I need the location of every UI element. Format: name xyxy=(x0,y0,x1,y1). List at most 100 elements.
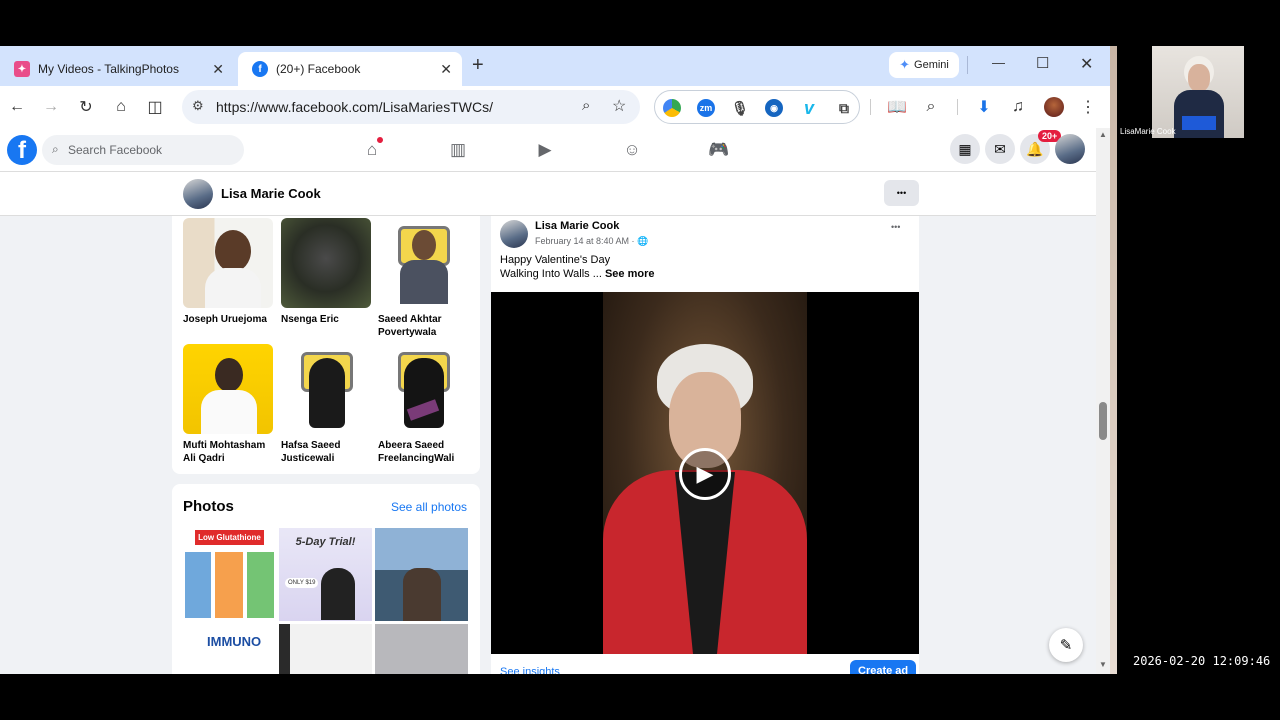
post-timestamp[interactable]: February 14 at 8:40 AM · 🌐 xyxy=(535,236,648,247)
talkingphotos-favicon-icon: ✦ xyxy=(14,61,30,77)
reload-icon[interactable]: ↻ xyxy=(74,95,98,119)
photos-card: Photos See all photos Low Glutathione 5-… xyxy=(172,484,480,674)
friend-photo[interactable] xyxy=(378,218,468,308)
friend-item[interactable]: Abeera Saeed FreelancingWali xyxy=(378,344,470,465)
webcam-face xyxy=(1188,64,1210,92)
dashboard-nav-icon[interactable]: ▥ xyxy=(446,138,470,162)
profile-more-button[interactable]: ••• xyxy=(884,180,919,206)
friend-item[interactable]: Joseph Uruejoma xyxy=(183,218,275,326)
profile-avatar[interactable] xyxy=(183,179,213,209)
friend-photo[interactable] xyxy=(378,344,468,434)
gemini-button[interactable]: ✦ Gemini xyxy=(889,52,959,78)
create-ad-button[interactable]: Create ad xyxy=(850,660,917,674)
globe-icon: 🌐 xyxy=(637,236,649,246)
forward-icon[interactable]: → xyxy=(39,95,63,119)
friend-name[interactable]: Joseph Uruejoma xyxy=(183,313,275,326)
see-insights-link[interactable]: See insights xyxy=(500,666,560,674)
friend-name[interactable]: Mufti Mohtasham Ali Qadri xyxy=(183,439,275,465)
friend-photo[interactable] xyxy=(281,344,371,434)
photo-thumb-figure xyxy=(403,568,441,621)
friend-item[interactable]: Saeed Akhtar Povertywala xyxy=(378,218,470,339)
friend-name[interactable]: Saeed Akhtar Povertywala xyxy=(378,313,470,339)
photo-thumb[interactable]: IMMUNO xyxy=(183,624,276,674)
page-scrollbar[interactable]: ▲ ▼ xyxy=(1096,128,1110,674)
post-card: Lisa Marie Cook February 14 at 8:40 AM ·… xyxy=(491,216,919,674)
close-window-button[interactable]: ✕ xyxy=(1080,54,1093,74)
post-author-avatar[interactable] xyxy=(500,220,528,248)
friend-photo-body xyxy=(205,268,261,308)
friend-item[interactable]: Nsenga Eric xyxy=(281,218,373,326)
microphone-icon[interactable]: 🎙 xyxy=(731,99,749,117)
home-icon[interactable]: ⌂ xyxy=(109,95,133,119)
account-avatar[interactable] xyxy=(1055,134,1085,164)
tab-talkingphotos[interactable]: ✦ My Videos - TalkingPhotos ✕ xyxy=(0,52,234,86)
see-more-link[interactable]: See more xyxy=(605,268,655,280)
friend-photo[interactable] xyxy=(183,344,273,434)
friend-item[interactable]: Mufti Mohtasham Ali Qadri xyxy=(183,344,275,465)
profile-name[interactable]: Lisa Marie Cook xyxy=(221,186,321,201)
friend-photo[interactable] xyxy=(183,218,273,308)
close-tab-icon[interactable]: ✕ xyxy=(440,61,452,78)
extensions-group: zm 🎙 ◉ v ⧉ xyxy=(654,90,860,124)
post-video[interactable]: ▶ xyxy=(491,292,919,654)
facebook-logo-icon[interactable]: f xyxy=(7,135,37,165)
facebook-favicon-icon: f xyxy=(252,61,268,77)
browser-window: ✦ My Videos - TalkingPhotos ✕ f (20+) Fa… xyxy=(0,46,1110,674)
new-tab-button[interactable]: + xyxy=(472,54,484,77)
minimize-button[interactable]: — xyxy=(992,55,1005,70)
groups-nav-icon[interactable]: ☺ xyxy=(620,138,644,162)
reading-mode-icon[interactable]: 📖 xyxy=(885,95,909,119)
play-icon[interactable]: ▶ xyxy=(679,448,731,500)
reels-nav-icon[interactable]: ▶ xyxy=(533,138,557,162)
friend-name[interactable]: Abeera Saeed FreelancingWali xyxy=(378,439,470,465)
media-control-icon[interactable]: ♫ xyxy=(1006,95,1030,119)
facebook-search-input[interactable]: ⌕ Search Facebook xyxy=(42,135,244,165)
photo-thumb[interactable]: 5-Day Trial! ONLY $19 xyxy=(279,528,372,621)
extensions-puzzle-icon[interactable]: ⧉ xyxy=(835,99,853,117)
browser-profile-avatar[interactable] xyxy=(1044,97,1064,117)
friend-name[interactable]: Hafsa Saeed Justicewali xyxy=(281,439,373,465)
friend-photo-face xyxy=(412,230,436,260)
photo-thumb[interactable]: Low Glutathione xyxy=(183,528,276,621)
screen-reader-icon[interactable]: ◉ xyxy=(765,99,783,117)
gaming-nav-icon[interactable]: 🎮 xyxy=(707,138,731,162)
gemini-label: Gemini xyxy=(914,59,949,71)
scrollbar-thumb[interactable] xyxy=(1099,402,1107,440)
vimeo-icon[interactable]: v xyxy=(800,98,818,118)
background-window-edge xyxy=(1110,46,1117,674)
scroll-up-icon[interactable]: ▲ xyxy=(1099,130,1107,139)
address-bar[interactable]: ⚙ https://www.facebook.com/LisaMariesTWC… xyxy=(182,90,640,124)
friend-photo[interactable] xyxy=(281,218,371,308)
friend-photo-figure xyxy=(309,358,345,428)
friend-item[interactable]: Hafsa Saeed Justicewali xyxy=(281,344,373,465)
search-icon: ⌕ xyxy=(52,142,59,156)
back-icon[interactable]: ← xyxy=(5,95,29,119)
google-drive-icon[interactable] xyxy=(663,99,681,117)
split-view-icon[interactable]: ◫ xyxy=(143,95,167,119)
photo-thumb[interactable] xyxy=(279,624,372,674)
gemini-icon: ✦ xyxy=(899,57,911,72)
post-options-button[interactable]: ••• xyxy=(891,222,900,232)
zoom-icon[interactable]: ⌕ xyxy=(582,97,590,114)
see-all-photos-link[interactable]: See all photos xyxy=(391,500,467,514)
friend-name[interactable]: Nsenga Eric xyxy=(281,313,373,326)
friend-photo-body xyxy=(400,260,448,304)
close-tab-icon[interactable]: ✕ xyxy=(212,61,224,78)
lens-search-icon[interactable]: ⌕ xyxy=(919,95,943,119)
browser-menu-icon[interactable]: ⋮ xyxy=(1076,95,1100,119)
download-icon[interactable]: ⬇ xyxy=(972,95,996,119)
menu-grid-icon[interactable]: ▦ xyxy=(950,134,980,164)
new-message-icon[interactable]: ✎ xyxy=(1049,628,1083,662)
post-author-name[interactable]: Lisa Marie Cook xyxy=(535,220,619,232)
maximize-button[interactable]: ☐ xyxy=(1036,54,1049,72)
messenger-icon[interactable]: ✉ xyxy=(985,134,1015,164)
bookmark-star-icon[interactable]: ☆ xyxy=(612,96,626,116)
scroll-down-icon[interactable]: ▼ xyxy=(1099,660,1107,669)
zoom-extension-icon[interactable]: zm xyxy=(697,99,715,117)
tab-facebook[interactable]: f (20+) Facebook ✕ xyxy=(238,52,462,86)
photo-thumb[interactable] xyxy=(375,624,468,674)
webcam-overlay xyxy=(1152,46,1244,138)
site-info-icon[interactable]: ⚙ xyxy=(192,98,204,114)
url-text[interactable]: https://www.facebook.com/LisaMariesTWCs/ xyxy=(216,99,493,115)
photo-thumb[interactable] xyxy=(375,528,468,621)
